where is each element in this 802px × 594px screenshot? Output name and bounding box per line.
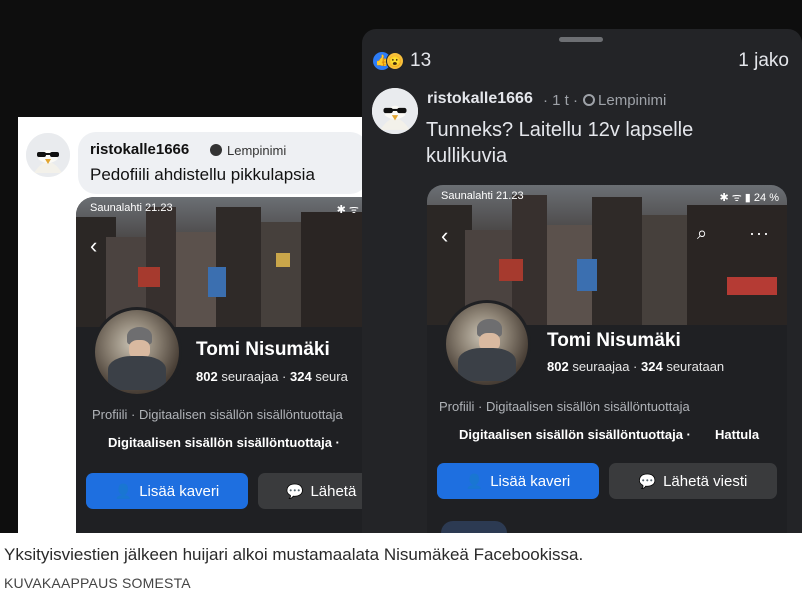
nickname-icon — [583, 94, 596, 106]
profile-category: Digitaalisen sisällön sisällöntuottaja · — [459, 427, 691, 442]
left-screenshot: ristokalle1666 Lempinimi Pedofiili ahdis… — [18, 117, 362, 533]
cover-photo: Saunalahti 21.23 ✱ ᯤ ▮ ‹ — [76, 197, 362, 327]
comment-username[interactable]: ristokalle1666 — [90, 141, 189, 158]
eagle-avatar[interactable] — [26, 133, 70, 177]
profile-picture[interactable] — [92, 307, 182, 397]
status-icons: ✱ ᯤ ▮ — [336, 204, 362, 216]
carrier-time: Saunalahti 21.23 — [90, 202, 173, 214]
profile-name: Tomi Nisumäki — [547, 330, 681, 351]
messenger-icon: 💬 — [638, 472, 657, 489]
post-meta: · 1 t · Lempinimi — [543, 92, 667, 109]
more-options-icon[interactable]: ··· — [749, 223, 770, 244]
image-caption: Yksityisviestien jälkeen huijari alkoi m… — [4, 545, 584, 564]
share-count[interactable]: 1 jako — [738, 50, 789, 72]
eagle-sunglasses-icon — [26, 133, 70, 177]
message-button[interactable]: 💬 Lähetä viesti — [609, 463, 777, 499]
sheet-drag-handle[interactable] — [559, 37, 603, 42]
comment-text: Pedofiili ahdistellu pikkulapsia — [90, 165, 315, 184]
status-icons: ✱ ᯤ ▮ 24 % — [719, 192, 779, 204]
carrier-time: Saunalahti 21.23 — [441, 190, 524, 202]
image-credit: KUVAKAAPPAUS SOMESTA — [4, 575, 191, 591]
status-bar: Saunalahti 21.23 ✱ ᯤ ▮ 24 % — [427, 185, 787, 207]
screenshot-collage: ristokalle1666 Lempinimi Pedofiili ahdis… — [0, 0, 802, 533]
add-person-icon: 👤 — [114, 482, 133, 499]
nickname-badge: Lempinimi — [210, 143, 286, 158]
post-username[interactable]: ristokalle1666 — [427, 90, 533, 108]
add-friend-button[interactable]: 👤 Lisää kaveri — [437, 463, 599, 499]
partial-tab[interactable] — [441, 521, 507, 533]
profile-screenshot: Saunalahti 21.23 ✱ ᯤ ▮ 24 % ‹ ⌕ ··· Tomi… — [427, 185, 787, 533]
message-button[interactable]: 💬 Lähetä — [258, 473, 362, 509]
right-screenshot: 👍 😮 13 1 jako ristokalle1666 · 1 t · Lemp… — [362, 29, 802, 533]
messenger-icon: 💬 — [286, 482, 304, 499]
follow-stats: 802 seuraajaa · 324 seurataan — [547, 359, 725, 374]
wow-reaction-icon: 😮 — [386, 52, 404, 70]
profile-name: Tomi Nisumäki — [196, 339, 330, 360]
globe-icon — [210, 144, 222, 156]
profile-category: Digitaalisen sisällön sisällöntuottaja · — [108, 435, 340, 450]
search-icon[interactable]: ⌕ — [697, 223, 707, 244]
follow-stats: 802 seuraajaa · 324 seura — [196, 369, 348, 384]
comment-bubble: ristokalle1666 Lempinimi Pedofiili ahdis… — [78, 132, 362, 194]
eagle-avatar[interactable] — [372, 88, 418, 134]
reaction-count[interactable]: 13 — [410, 50, 431, 72]
post-text: Tunneks? Laitellu 12v lapselle kullikuvi… — [426, 119, 694, 167]
profile-location: Hattula — [715, 427, 760, 442]
eagle-sunglasses-icon — [372, 88, 418, 134]
profile-role: Profiili · Digitaalisen sisällön sisällö… — [439, 399, 690, 414]
back-chevron-icon[interactable]: ‹ — [441, 223, 448, 249]
add-person-icon: 👤 — [465, 472, 484, 489]
profile-role: Profiili · Digitaalisen sisällön sisällö… — [92, 407, 343, 422]
profile-picture[interactable] — [443, 300, 531, 388]
nickname-label: Lempinimi — [227, 143, 287, 158]
profile-screenshot: Saunalahti 21.23 ✱ ᯤ ▮ ‹ Tomi Nisumäki 8… — [76, 197, 362, 533]
add-friend-button[interactable]: 👤 Lisää kaveri — [86, 473, 248, 509]
back-chevron-icon[interactable]: ‹ — [90, 233, 97, 259]
status-bar: Saunalahti 21.23 ✱ ᯤ ▮ — [76, 197, 362, 219]
